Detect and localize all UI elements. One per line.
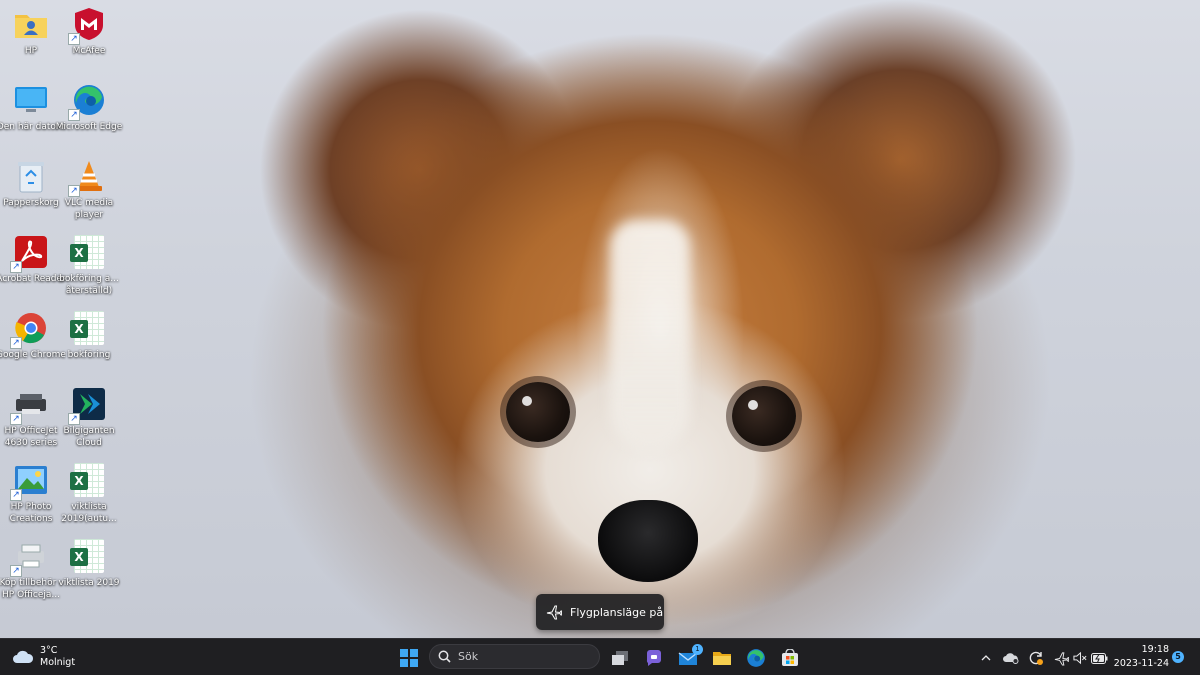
refresh-alert-icon (1028, 650, 1044, 666)
wallpaper-dog-nose (598, 500, 698, 582)
desktop-icon-recycle-bin[interactable]: Papperskorg (0, 154, 62, 228)
taskbar-search[interactable]: Sök (429, 644, 600, 669)
taskbar: 3°C Molnigt Sök 1 19:18 2023-11-24 5 (0, 638, 1200, 675)
cloud-sync-icon (1003, 652, 1019, 664)
weather-temperature: 3°C (40, 645, 58, 656)
task-view-icon (611, 650, 629, 666)
chat-button[interactable] (640, 644, 668, 671)
airplane-mode-toast: Flygplansläge på (536, 594, 664, 630)
volume-tray-button[interactable] (1071, 649, 1089, 667)
desktop-icon-hp[interactable]: HP (0, 2, 62, 76)
volume-muted-icon (1072, 651, 1088, 665)
mail-button[interactable]: 1 (674, 643, 703, 671)
clock-time: 19:18 (1141, 644, 1169, 655)
mcafee-shield-icon: ↗ (68, 6, 107, 45)
excel-file-icon: X (70, 310, 107, 346)
excel-file-icon: X (70, 462, 107, 498)
desktop-icon-vlc[interactable]: ↗ VLC media player (58, 154, 120, 228)
airplane-icon (546, 604, 562, 620)
printer-icon: ↗ (10, 386, 49, 425)
onedrive-sync-tray-button[interactable] (1002, 649, 1020, 667)
clock-date: 2023-11-24 (1113, 658, 1169, 669)
wallpaper-dog-blaze (610, 220, 690, 450)
chrome-icon: ↗ (10, 310, 49, 349)
shortcut-arrow-icon: ↗ (10, 337, 22, 349)
photo-creations-icon: ↗ (10, 462, 49, 501)
desktop-icon-edge[interactable]: ↗ Microsoft Edge (56, 78, 122, 152)
mail-badge: 1 (692, 643, 703, 655)
shortcut-arrow-icon: ↗ (68, 413, 80, 425)
desktop-icon-label: viktlista 2019(autu... (61, 502, 117, 524)
notification-badge[interactable]: 5 (1172, 651, 1184, 663)
desktop-icon-label: viktlista 2019 (58, 578, 120, 588)
search-icon (438, 650, 451, 663)
edge-icon: ↗ (68, 82, 107, 121)
user-folder-icon (13, 6, 49, 42)
toast-text: Flygplansläge på (570, 605, 664, 619)
battery-charging-icon (1090, 652, 1108, 664)
desktop-icon-excel-bokforing-aterstalld[interactable]: X bokföring a... återställd) (58, 230, 120, 304)
desktop-icon-mcafee[interactable]: ↗ McAfee (58, 2, 120, 76)
airplane-icon (1054, 651, 1069, 666)
desktop-icon-excel-bokforing[interactable]: X bokföring (58, 306, 120, 380)
desktop-icon-kop-tillbehor[interactable]: ↗ Köp tillbehör - HP Officeja... (0, 534, 62, 608)
desktop-icon-label: Microsoft Edge (55, 122, 123, 132)
shortcut-arrow-icon: ↗ (10, 489, 22, 501)
airplane-mode-tray-button[interactable] (1052, 649, 1070, 667)
desktop-icon-excel-viktlista-autosave[interactable]: X viktlista 2019(autu... (58, 458, 120, 532)
wallpaper-dog-left-eye (506, 382, 570, 442)
shortcut-arrow-icon: ↗ (68, 33, 80, 45)
desktop-icon-label: bokföring a... återställd) (59, 274, 119, 296)
desktop-icon-label: Bilgiganten Cloud (63, 426, 115, 448)
store-icon (780, 648, 800, 667)
show-hidden-icons-button[interactable] (977, 649, 995, 667)
acrobat-icon: ↗ (10, 234, 49, 273)
desktop-icon-hp-photo-creations[interactable]: ↗ HP Photo Creations (0, 458, 62, 532)
desktop-icon-label: McAfee (72, 46, 106, 56)
desktop-icon-chrome[interactable]: ↗ Google Chrome (0, 306, 66, 380)
desktop-icon-label: VLC media player (64, 198, 114, 220)
vlc-cone-icon: ↗ (68, 158, 107, 197)
desktop-wallpaper (0, 0, 1200, 638)
excel-file-icon: X (70, 234, 107, 270)
cloud-icon (12, 649, 34, 665)
folder-icon (712, 650, 732, 666)
desktop-icon-acrobat[interactable]: ↗ Acrobat Reader (0, 230, 66, 304)
shortcut-arrow-icon: ↗ (10, 261, 22, 273)
weather-widget[interactable]: 3°C Molnigt (12, 644, 75, 670)
search-placeholder: Sök (458, 650, 479, 663)
shortcut-arrow-icon: ↗ (10, 413, 22, 425)
start-button[interactable] (395, 644, 423, 671)
shortcut-arrow-icon: ↗ (68, 109, 80, 121)
monitor-icon (13, 82, 49, 118)
shortcut-arrow-icon: ↗ (68, 185, 80, 197)
task-view-button[interactable] (606, 644, 634, 671)
weather-condition: Molnigt (40, 657, 76, 668)
printer-shop-icon: ↗ (10, 538, 49, 577)
shortcut-arrow-icon: ↗ (10, 565, 22, 577)
desktop-icon-this-pc[interactable]: Den här datorn (0, 78, 65, 152)
bilgiganten-cloud-icon: ↗ (68, 386, 107, 425)
windows-logo-icon (400, 648, 418, 667)
mail-icon: 1 (678, 643, 703, 666)
chat-icon (645, 649, 663, 667)
desktop-icon-label: bokföring (67, 350, 111, 360)
excel-file-icon: X (70, 538, 107, 574)
recycle-bin-icon (13, 158, 49, 194)
desktop-icon-bilgiganten-cloud[interactable]: ↗ Bilgiganten Cloud (58, 382, 120, 456)
desktop-icon-excel-viktlista-2019[interactable]: X viktlista 2019 (58, 534, 120, 608)
wallpaper-dog-right-eye (732, 386, 796, 446)
taskbar-clock[interactable]: 19:18 2023-11-24 (1113, 643, 1169, 671)
update-tray-button[interactable] (1027, 649, 1045, 667)
desktop-icon-hp-officejet[interactable]: ↗ HP OfficeJet 4630 series (0, 382, 62, 456)
store-button[interactable] (776, 644, 804, 671)
battery-tray-button[interactable] (1090, 649, 1108, 667)
chevron-up-icon (981, 654, 991, 662)
file-explorer-button[interactable] (708, 644, 736, 671)
edge-taskbar-button[interactable] (742, 644, 770, 671)
edge-icon (746, 648, 766, 668)
